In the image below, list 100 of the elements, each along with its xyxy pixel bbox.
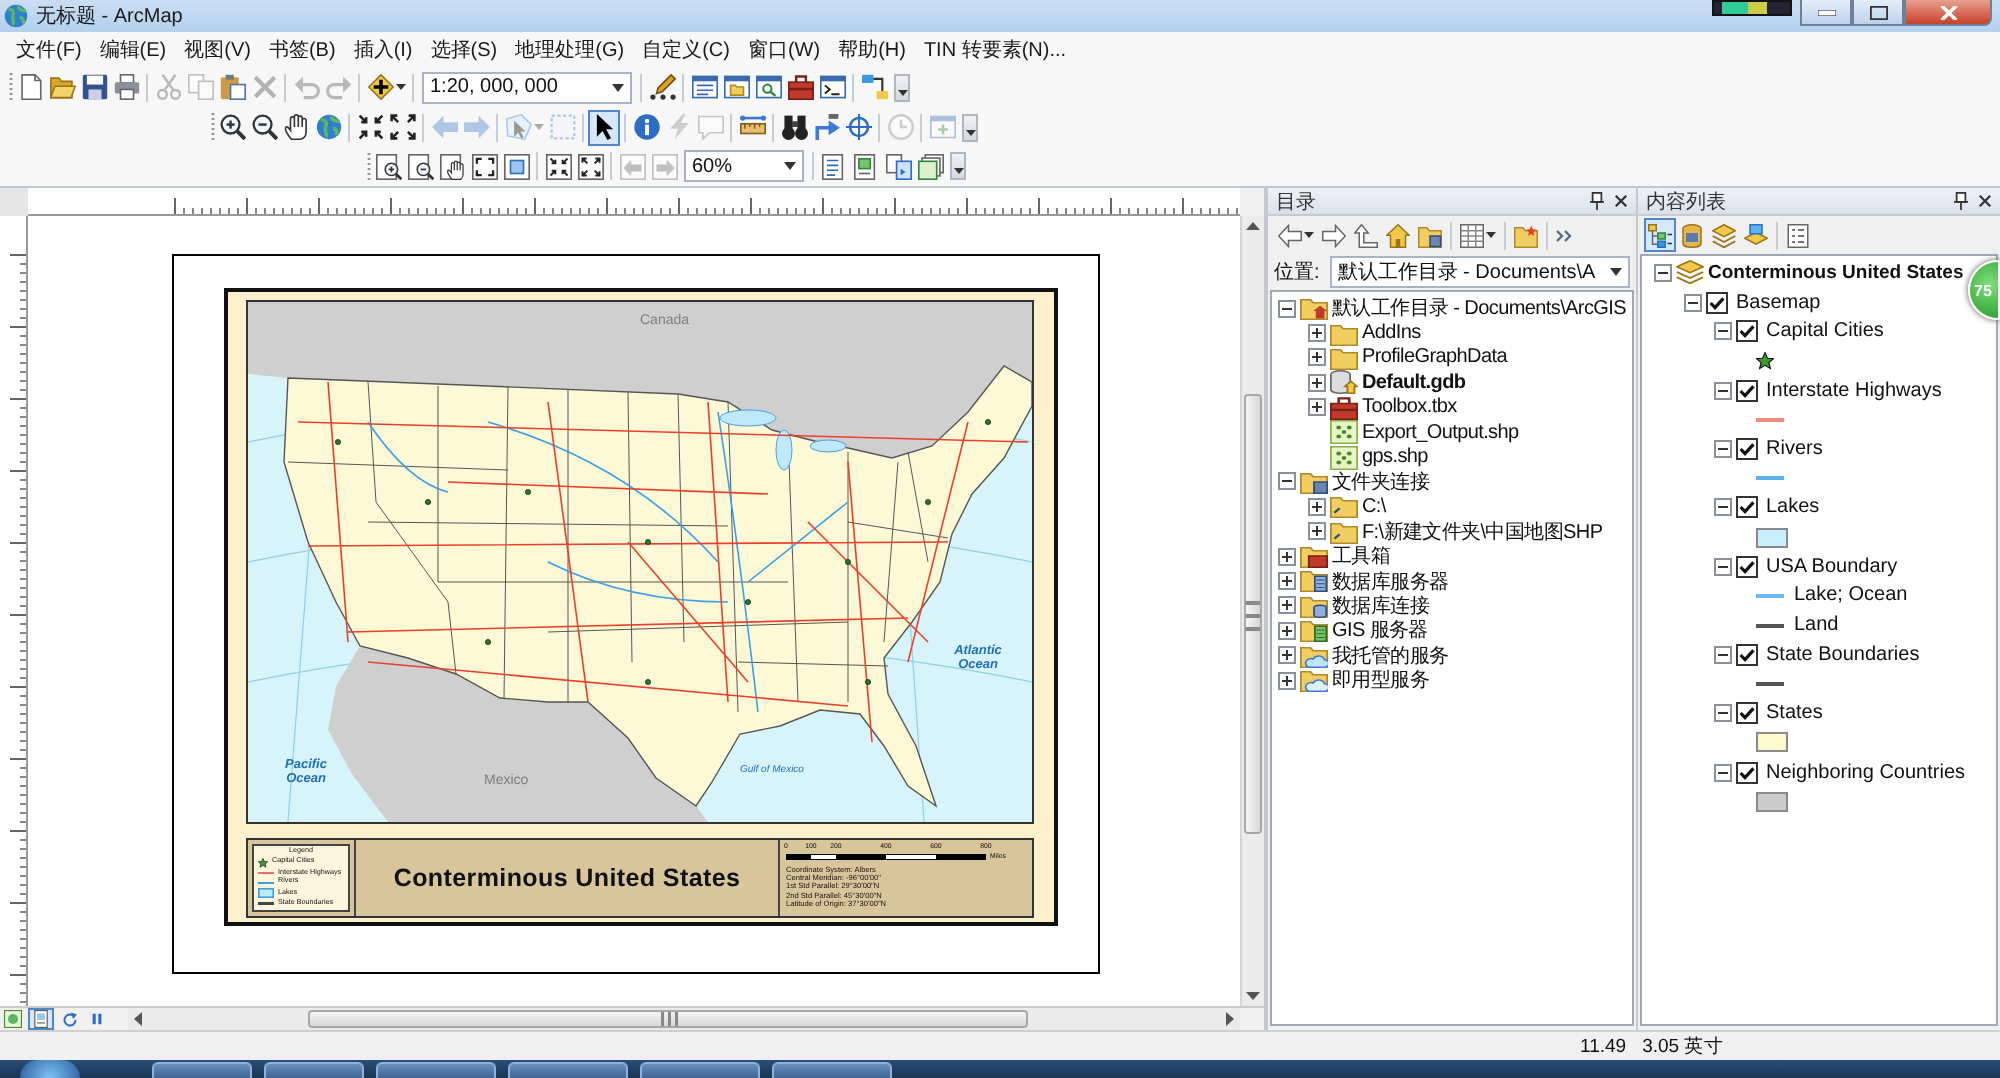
- pin-icon[interactable]: [1590, 192, 1604, 210]
- plus-box-icon[interactable]: [1278, 646, 1296, 665]
- grip-icon[interactable]: [8, 72, 14, 103]
- tree-item[interactable]: F:\新建文件夹\中国地图SHP: [1362, 517, 1603, 546]
- checkbox[interactable]: [1736, 379, 1758, 402]
- plus-box-icon[interactable]: [1278, 671, 1296, 690]
- tree-item[interactable]: 数据库连接: [1332, 591, 1430, 620]
- layer-name[interactable]: Basemap: [1736, 291, 1821, 314]
- minimize-button[interactable]: [1800, 0, 1852, 26]
- grip-icon[interactable]: [210, 112, 216, 142]
- scroll-thumb[interactable]: [308, 1010, 1028, 1028]
- plus-box-icon[interactable]: [1308, 324, 1326, 343]
- up-one-level-button[interactable]: [1350, 218, 1382, 252]
- minus-box-icon[interactable]: [1714, 557, 1732, 576]
- data-frame-name[interactable]: Conterminous United States: [1708, 261, 1964, 284]
- scale-field[interactable]: 1:20, 000, 000: [422, 71, 632, 104]
- checkbox[interactable]: [1736, 702, 1758, 725]
- plus-box-icon[interactable]: [1308, 497, 1326, 516]
- menu-item[interactable]: 自定义(C): [642, 36, 730, 64]
- checkbox[interactable]: [1736, 643, 1758, 666]
- minus-box-icon[interactable]: [1278, 299, 1296, 318]
- minus-box-icon[interactable]: [1684, 293, 1702, 312]
- checkbox[interactable]: [1706, 291, 1728, 314]
- menu-item[interactable]: 文件(F): [16, 36, 82, 64]
- start-button[interactable]: [20, 1060, 80, 1078]
- list-by-order-button[interactable]: [1644, 218, 1676, 252]
- tree-item[interactable]: 默认工作目录 - Documents\ArcGIS: [1332, 294, 1626, 323]
- layer-name[interactable]: Lakes: [1766, 496, 1820, 519]
- layer-name[interactable]: Interstate Highways: [1766, 379, 1942, 402]
- layer-name[interactable]: Rivers: [1766, 437, 1823, 460]
- back-button[interactable]: [1274, 218, 1318, 252]
- plus-box-icon[interactable]: [1308, 348, 1326, 367]
- layer-name[interactable]: USA Boundary: [1766, 555, 1898, 578]
- plus-box-icon[interactable]: [1278, 547, 1296, 566]
- tree-item[interactable]: Export_Output.shp: [1362, 421, 1519, 444]
- layer-name[interactable]: Capital Cities: [1766, 320, 1884, 343]
- minus-box-icon[interactable]: [1714, 439, 1732, 458]
- minus-box-icon[interactable]: [1714, 381, 1732, 400]
- right-arrow-icon[interactable]: [1226, 1012, 1234, 1026]
- menu-item[interactable]: 书签(B): [268, 36, 336, 64]
- taskbar-button[interactable]: [508, 1062, 628, 1078]
- taskbar-button[interactable]: [152, 1062, 252, 1078]
- tree-item[interactable]: 即用型服务: [1332, 666, 1430, 695]
- up-arrow-icon[interactable]: [1246, 222, 1260, 230]
- checkbox[interactable]: [1736, 496, 1758, 519]
- scroll-thumb[interactable]: [1244, 394, 1262, 834]
- list-by-source-button[interactable]: [1676, 218, 1708, 252]
- horizontal-scrollbar[interactable]: [128, 1008, 1240, 1030]
- plus-box-icon[interactable]: [1278, 621, 1296, 640]
- minus-box-icon[interactable]: [1714, 645, 1732, 664]
- toolbar-options-button[interactable]: [950, 152, 966, 181]
- location-field[interactable]: 默认工作目录 - Documents\A: [1329, 256, 1630, 288]
- tree-item[interactable]: GIS 服务器: [1332, 616, 1428, 645]
- tree-item[interactable]: 文件夹连接: [1332, 467, 1430, 496]
- tree-item[interactable]: 数据库服务器: [1332, 567, 1449, 595]
- tree-item[interactable]: gps.shp: [1362, 446, 1428, 469]
- close-icon[interactable]: [1614, 194, 1628, 208]
- left-arrow-icon[interactable]: [134, 1012, 142, 1026]
- list-by-visibility-button[interactable]: [1708, 218, 1740, 252]
- menu-item[interactable]: 地理处理(G): [515, 36, 625, 64]
- menu-item[interactable]: 编辑(E): [99, 36, 167, 64]
- plus-box-icon[interactable]: [1308, 373, 1326, 392]
- close-icon[interactable]: [1978, 194, 1992, 208]
- minus-box-icon[interactable]: [1714, 498, 1732, 517]
- down-arrow-icon[interactable]: [1246, 992, 1260, 1000]
- plus-box-icon[interactable]: [1278, 596, 1296, 615]
- plus-box-icon[interactable]: [1308, 398, 1326, 417]
- view-options-button[interactable]: [1456, 218, 1500, 252]
- checkbox[interactable]: [1736, 761, 1758, 784]
- tree-item[interactable]: ProfileGraphData: [1362, 346, 1507, 369]
- minus-box-icon[interactable]: [1654, 263, 1672, 282]
- checkbox[interactable]: [1736, 555, 1758, 578]
- plus-box-icon[interactable]: [1308, 522, 1326, 541]
- forward-button[interactable]: [1318, 218, 1350, 252]
- menu-item[interactable]: 帮助(H): [838, 36, 906, 64]
- checkbox[interactable]: [1736, 320, 1758, 343]
- close-button[interactable]: [1904, 0, 1992, 26]
- layer-name[interactable]: States: [1766, 702, 1823, 725]
- taskbar-button[interactable]: [264, 1062, 364, 1078]
- tree-item[interactable]: Toolbox.tbx: [1362, 396, 1457, 419]
- taskbar-button[interactable]: [640, 1062, 760, 1078]
- plus-box-icon[interactable]: [1278, 571, 1296, 590]
- menu-item[interactable]: 视图(V): [184, 36, 251, 64]
- home-button[interactable]: [1382, 218, 1414, 252]
- menu-item[interactable]: 选择(S): [430, 36, 498, 64]
- menu-item[interactable]: TIN 转要素(N)...: [923, 36, 1067, 64]
- toolbar-options-button[interactable]: [962, 113, 978, 141]
- options-button[interactable]: [1782, 218, 1814, 252]
- tree-item[interactable]: 我托管的服务: [1332, 641, 1449, 670]
- layer-name[interactable]: State Boundaries: [1766, 643, 1920, 666]
- add-data-button[interactable]: [364, 69, 408, 106]
- menu-item[interactable]: 插入(I): [353, 36, 413, 64]
- tree-item[interactable]: Default.gdb: [1362, 371, 1466, 394]
- layout-view-button[interactable]: [28, 1008, 54, 1030]
- tree-item[interactable]: 工具箱: [1332, 542, 1391, 571]
- maximize-button[interactable]: [1852, 0, 1904, 26]
- layer-name[interactable]: Neighboring Countries: [1766, 761, 1966, 784]
- minus-box-icon[interactable]: [1714, 704, 1732, 723]
- minus-box-icon[interactable]: [1714, 322, 1732, 341]
- minus-box-icon[interactable]: [1714, 763, 1732, 782]
